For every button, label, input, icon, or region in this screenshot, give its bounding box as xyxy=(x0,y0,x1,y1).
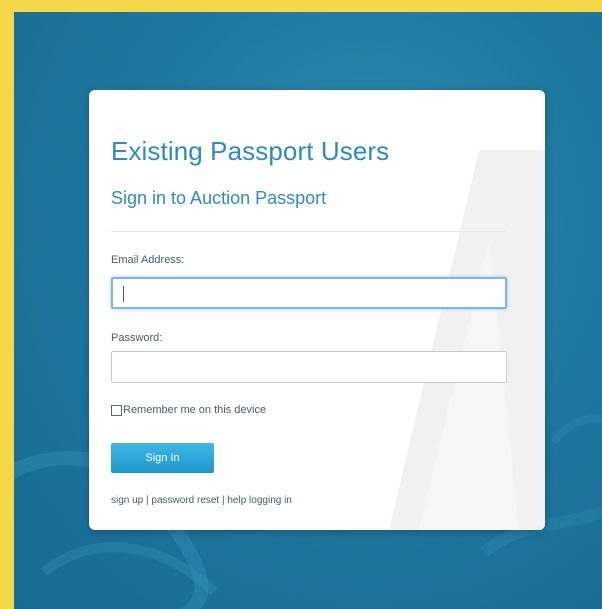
help-links: sign up | password reset | help logging … xyxy=(111,495,292,506)
help-logging-in-link[interactable]: help logging in xyxy=(227,495,292,506)
divider xyxy=(111,231,507,232)
email-label: Email Address: xyxy=(111,254,185,266)
remember-checkbox[interactable] xyxy=(111,404,122,416)
email-field[interactable] xyxy=(111,277,507,309)
remember-me[interactable]: Remember me on this device xyxy=(111,404,266,416)
password-reset-link[interactable]: password reset xyxy=(151,495,219,506)
remember-label: Remember me on this device xyxy=(123,404,267,416)
password-field[interactable] xyxy=(111,351,507,383)
page-title: Existing Passport Users xyxy=(111,136,390,166)
sign-in-button[interactable]: Sign In xyxy=(111,443,214,473)
password-label: Password: xyxy=(111,332,163,344)
text-cursor xyxy=(123,286,124,302)
screenshot-frame: Existing Passport Users Sign in to Aucti… xyxy=(0,0,602,609)
page-subtitle: Sign in to Auction Passport xyxy=(111,188,327,208)
sign-up-link[interactable]: sign up xyxy=(111,495,143,506)
login-card: Existing Passport Users Sign in to Aucti… xyxy=(89,90,545,530)
